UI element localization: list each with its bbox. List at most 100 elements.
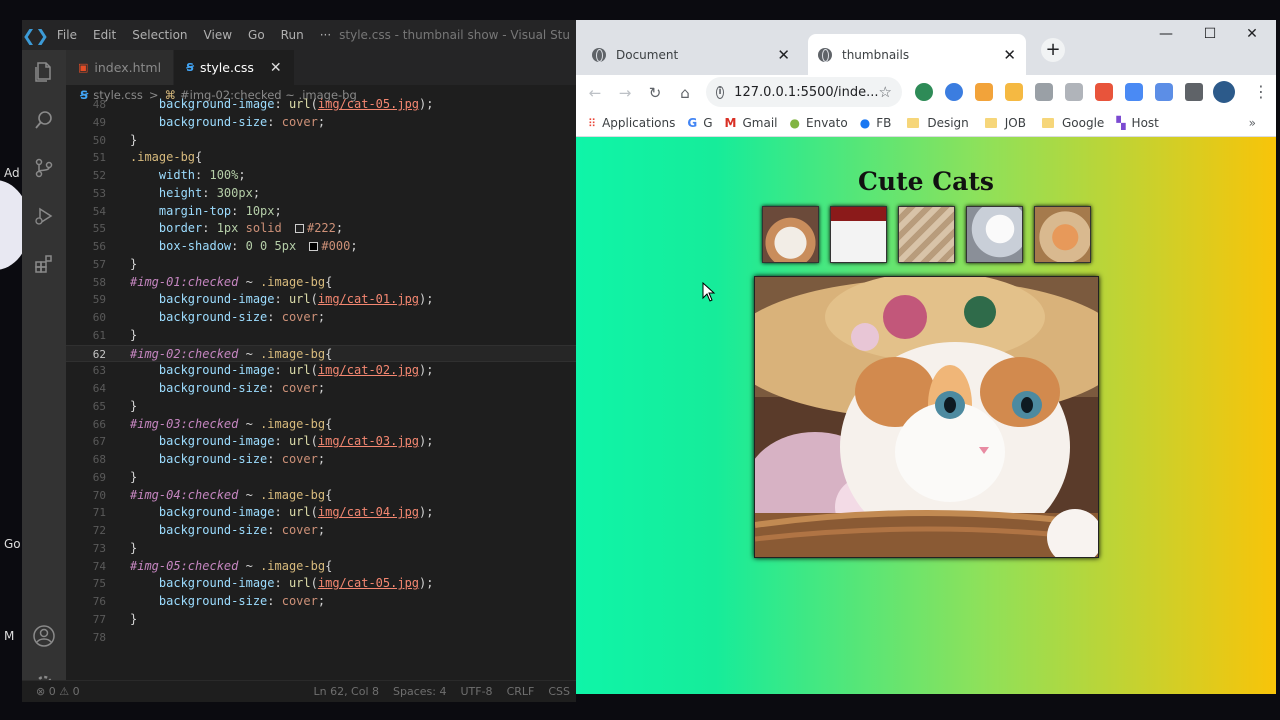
code-line[interactable]: 65} [66, 398, 576, 416]
problems-indicator[interactable]: ⊗ 0 ⚠ 0 [22, 685, 80, 698]
code-line[interactable]: 53 height: 300px; [66, 185, 576, 203]
code-line[interactable]: 71 background-image: url(img/cat-04.jpg)… [66, 504, 576, 522]
code-line[interactable]: 77} [66, 611, 576, 629]
cursor-position[interactable]: Ln 62, Col 8 [313, 685, 379, 698]
code-line[interactable]: 74 #img-05:checked ~ .image-bg{ [66, 558, 576, 576]
bookmark-gmail[interactable]: M Gmail [725, 116, 778, 130]
minimize-icon[interactable]: — [1144, 26, 1188, 42]
more-bookmarks-icon[interactable]: » [1249, 116, 1256, 130]
tab-style-css[interactable]: Ꞩ style.css ✕ [174, 50, 295, 85]
bookmark-applications[interactable]: ⠿ Applications [588, 116, 675, 130]
bookmark-job[interactable]: JOB [984, 116, 1026, 130]
extension-download-icon[interactable] [1095, 83, 1113, 101]
bookmark-star-icon[interactable]: ☆ [879, 83, 892, 101]
code-line[interactable]: 58 #img-01:checked ~ .image-bg{ [66, 274, 576, 292]
address-bar[interactable]: i 127.0.0.1:5500/inde... ☆ [706, 77, 902, 107]
code-editor[interactable]: 48 background-image: url(img/cat-05.jpg)… [66, 96, 576, 680]
bookmark-label: G [703, 116, 713, 130]
search-icon[interactable] [22, 98, 66, 142]
run-debug-icon[interactable] [22, 194, 66, 238]
extension-globe-icon[interactable] [915, 83, 933, 101]
extension-camera-icon[interactable] [1035, 83, 1053, 101]
menu-view[interactable]: View [196, 28, 240, 42]
tab-index-html[interactable]: ▣ index.html [66, 50, 175, 85]
code-line[interactable]: 60 background-size: cover; [66, 309, 576, 327]
browser-tab-document[interactable]: Document ✕ [582, 34, 800, 75]
code-line[interactable]: 78 [66, 629, 576, 647]
code-line[interactable]: 49 background-size: cover; [66, 114, 576, 132]
bookmark-g[interactable]: G G [687, 116, 712, 130]
back-arrow-icon[interactable]: ← [580, 84, 610, 102]
eol-setting[interactable]: CRLF [507, 685, 535, 698]
menu-edit[interactable]: Edit [85, 28, 124, 42]
code-line[interactable]: 61} [66, 327, 576, 345]
profile-avatar[interactable] [1213, 81, 1235, 103]
maximize-icon[interactable]: ☐ [1188, 26, 1232, 42]
extensions-icon[interactable] [22, 242, 66, 286]
code-line[interactable]: 70 #img-04:checked ~ .image-bg{ [66, 487, 576, 505]
code-line[interactable]: 68 background-size: cover; [66, 451, 576, 469]
browser-tab-thumbnails[interactable]: thumbnails ✕ [808, 34, 1026, 75]
color-swatch-icon[interactable] [294, 224, 304, 234]
reload-icon[interactable]: ↻ [640, 84, 670, 102]
code-line[interactable]: 64 background-size: cover; [66, 380, 576, 398]
bookmark-fb[interactable]: ● FB [860, 116, 892, 130]
code-line[interactable]: 69} [66, 469, 576, 487]
close-tab-icon[interactable]: ✕ [1003, 46, 1016, 64]
code-line[interactable]: 67 background-image: url(img/cat-03.jpg)… [66, 433, 576, 451]
new-tab-button[interactable]: + [1041, 38, 1065, 62]
close-window-icon[interactable]: ✕ [1230, 26, 1274, 42]
color-swatch-icon[interactable] [309, 242, 319, 251]
bookmark-google[interactable]: Google [1041, 116, 1104, 130]
code-line[interactable]: 76 background-size: cover; [66, 593, 576, 611]
close-tab-icon[interactable]: ✕ [777, 46, 790, 64]
code-line[interactable]: 75 background-image: url(img/cat-05.jpg)… [66, 575, 576, 593]
menu-file[interactable]: File [49, 28, 85, 42]
forward-arrow-icon[interactable]: → [610, 84, 640, 102]
code-line[interactable]: 52 width: 100%; [66, 167, 576, 185]
code-line[interactable]: 57} [66, 256, 576, 274]
cat-thumbnail-2[interactable] [830, 206, 887, 263]
window-title: style.css - thumbnail show - Visual Stu [339, 28, 570, 42]
extension-off-icon[interactable] [975, 83, 993, 101]
code-line[interactable]: 66 #img-03:checked ~ .image-bg{ [66, 416, 576, 434]
bookmark-design[interactable]: Design [907, 116, 969, 130]
extension-translate-icon[interactable] [1125, 83, 1143, 101]
account-icon[interactable] [22, 614, 66, 658]
code-line[interactable]: 73} [66, 540, 576, 558]
bookmark-envato[interactable]: ● Envato [790, 116, 848, 130]
code-line[interactable]: 72 background-size: cover; [66, 522, 576, 540]
extensions-puzzle-icon[interactable] [1185, 83, 1203, 101]
menu-run[interactable]: Run [273, 28, 312, 42]
extension-lang-icon[interactable] [1155, 83, 1173, 101]
menu-go[interactable]: Go [240, 28, 273, 42]
code-line[interactable]: 56 box-shadow: 0 0 5px #000; [66, 238, 576, 256]
language-mode[interactable]: CSS [548, 685, 570, 698]
extension-a-icon[interactable] [945, 83, 963, 101]
site-info-icon[interactable]: i [716, 85, 725, 99]
cat-thumbnail-1[interactable] [762, 206, 819, 263]
code-line[interactable]: 55 border: 1px solid #222; [66, 220, 576, 238]
bookmark-host[interactable]: ▚ Host [1116, 116, 1159, 130]
source-control-icon[interactable] [22, 146, 66, 190]
home-icon[interactable]: ⌂ [670, 84, 700, 102]
extension-code-icon[interactable] [1065, 83, 1083, 101]
code-line[interactable]: 59 background-image: url(img/cat-01.jpg)… [66, 291, 576, 309]
code-line[interactable]: 63 background-image: url(img/cat-02.jpg)… [66, 362, 576, 380]
encoding-setting[interactable]: UTF-8 [460, 685, 492, 698]
cat-thumbnail-4[interactable] [966, 206, 1023, 263]
explorer-icon[interactable] [22, 50, 66, 94]
menu-selection[interactable]: Selection [124, 28, 195, 42]
code-line[interactable]: 54 margin-top: 10px; [66, 203, 576, 221]
code-line[interactable]: 48 background-image: url(img/cat-05.jpg)… [66, 96, 576, 114]
close-tab-icon[interactable]: ✕ [270, 60, 282, 76]
browser-menu-icon[interactable]: ⋮ [1253, 82, 1269, 101]
cat-thumbnail-5[interactable] [1034, 206, 1091, 263]
menu-more[interactable]: ··· [312, 28, 339, 42]
cat-thumbnail-3[interactable] [898, 206, 955, 263]
code-line[interactable]: 62 #img-02:checked ~ .image-bg{ [66, 344, 576, 363]
code-line[interactable]: 50} [66, 132, 576, 150]
extension-colorpicker-icon[interactable] [1005, 83, 1023, 101]
code-line[interactable]: 51 .image-bg{ [66, 149, 576, 167]
indentation-setting[interactable]: Spaces: 4 [393, 685, 446, 698]
